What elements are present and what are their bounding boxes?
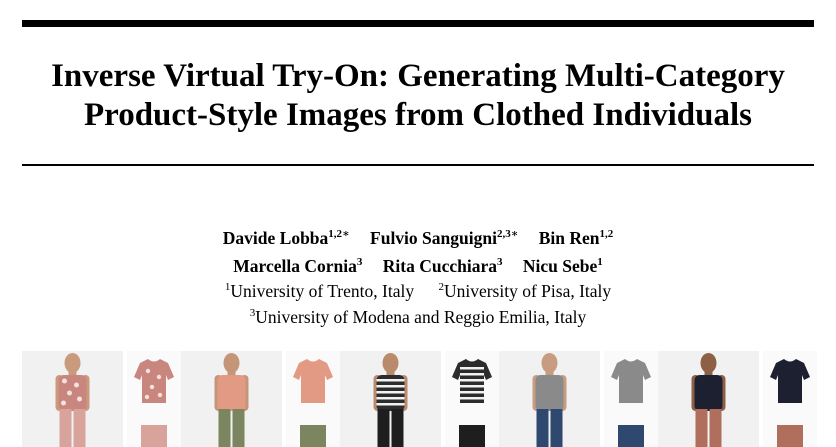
tryon-example [181, 351, 340, 447]
product-top [611, 359, 651, 403]
person-head [541, 353, 558, 373]
person-figure [214, 353, 249, 447]
person-photo [181, 351, 282, 447]
person-leg [709, 409, 722, 447]
person-figure [691, 353, 726, 447]
person-head [382, 353, 399, 373]
stripe [376, 391, 405, 394]
pattern-dot [145, 368, 151, 374]
person-leg [550, 409, 563, 447]
author-row-2: Marcella Cornia3 Rita Cucchiara3 Nicu Se… [0, 250, 836, 278]
pattern-dot [61, 400, 66, 406]
person-top [694, 375, 723, 411]
product-bottom [459, 425, 485, 447]
author: Fulvio Sanguigni2,3∗ [370, 228, 519, 248]
tryon-example [499, 351, 658, 447]
product-top [770, 359, 810, 403]
person-head [700, 353, 717, 373]
pattern-dot [77, 396, 82, 402]
product-bottom [618, 425, 644, 447]
product-figure [770, 359, 810, 447]
stripe [460, 373, 484, 376]
product-bottom [300, 425, 326, 447]
stripe [376, 403, 405, 406]
person-top [217, 375, 246, 411]
stripe [376, 379, 405, 382]
person-leg [536, 409, 549, 447]
person-leg [218, 409, 231, 447]
person-leg [73, 409, 86, 447]
top-rule [22, 20, 814, 27]
product-images [763, 351, 817, 447]
stripe [376, 397, 405, 400]
title-line-2: Product-Style Images from Clothed Indivi… [84, 97, 752, 133]
author: Marcella Cornia3 [233, 256, 363, 276]
person-leg [232, 409, 245, 447]
pattern-dot [144, 394, 150, 400]
author: Bin Ren1,2 [538, 228, 614, 248]
product-bottom [777, 425, 803, 447]
title-bottom-rule [22, 164, 814, 166]
author: Nicu Sebe1 [522, 256, 603, 276]
person-photo [340, 351, 441, 447]
person-leg [695, 409, 708, 447]
person-head [64, 353, 81, 373]
product-top [134, 359, 174, 403]
product-figure [611, 359, 651, 447]
stripe [460, 367, 484, 370]
person-figure [373, 353, 408, 447]
author-list: Davide Lobba1,2∗ Fulvio Sanguigni2,3∗ Bi… [0, 222, 836, 278]
title-line-1: Inverse Virtual Try-On: Generating Multi… [51, 58, 785, 94]
affiliation: 2University of Pisa, Italy [438, 281, 612, 301]
person-leg [391, 409, 404, 447]
person-photo [22, 351, 123, 447]
product-figure [452, 359, 492, 447]
pattern-dot [149, 384, 155, 390]
paper-title: Inverse Virtual Try-On: Generating Multi… [0, 57, 836, 135]
pattern-dot [156, 374, 162, 380]
product-images [286, 351, 340, 447]
person-photo [499, 351, 600, 447]
person-figure [55, 353, 90, 447]
tryon-example [340, 351, 499, 447]
stripe [460, 391, 484, 394]
author-row-1: Davide Lobba1,2∗ Fulvio Sanguigni2,3∗ Bi… [0, 222, 836, 250]
tryon-example [22, 351, 181, 447]
product-images [445, 351, 499, 447]
stripe [460, 385, 484, 388]
pattern-dot [74, 382, 79, 388]
affiliation-list: 1University of Trento, Italy 2University… [0, 276, 836, 328]
pattern-dot [67, 390, 72, 396]
stripe [376, 385, 405, 388]
person-figure [532, 353, 567, 447]
product-images [127, 351, 181, 447]
author: Rita Cucchiara3 [382, 256, 503, 276]
product-figure [293, 359, 333, 447]
affiliation: 3University of Modena and Reggio Emilia,… [249, 307, 587, 327]
person-top [535, 375, 564, 411]
author: Davide Lobba1,2∗ [222, 228, 350, 248]
person-head [223, 353, 240, 373]
stripe [460, 397, 484, 400]
person-leg [377, 409, 390, 447]
teaser-figure [22, 351, 818, 447]
product-bottom [141, 425, 167, 447]
affiliation-row-2: 3University of Modena and Reggio Emilia,… [0, 302, 836, 328]
stripe [460, 379, 484, 382]
affiliation-row-1: 1University of Trento, Italy 2University… [0, 276, 836, 302]
product-top [293, 359, 333, 403]
product-images [604, 351, 658, 447]
person-photo [658, 351, 759, 447]
pattern-dot [157, 392, 163, 398]
pattern-dot [62, 378, 67, 384]
tryon-example [658, 351, 817, 447]
affiliation: 1University of Trento, Italy [224, 281, 415, 301]
person-leg [59, 409, 72, 447]
product-figure [134, 359, 174, 447]
